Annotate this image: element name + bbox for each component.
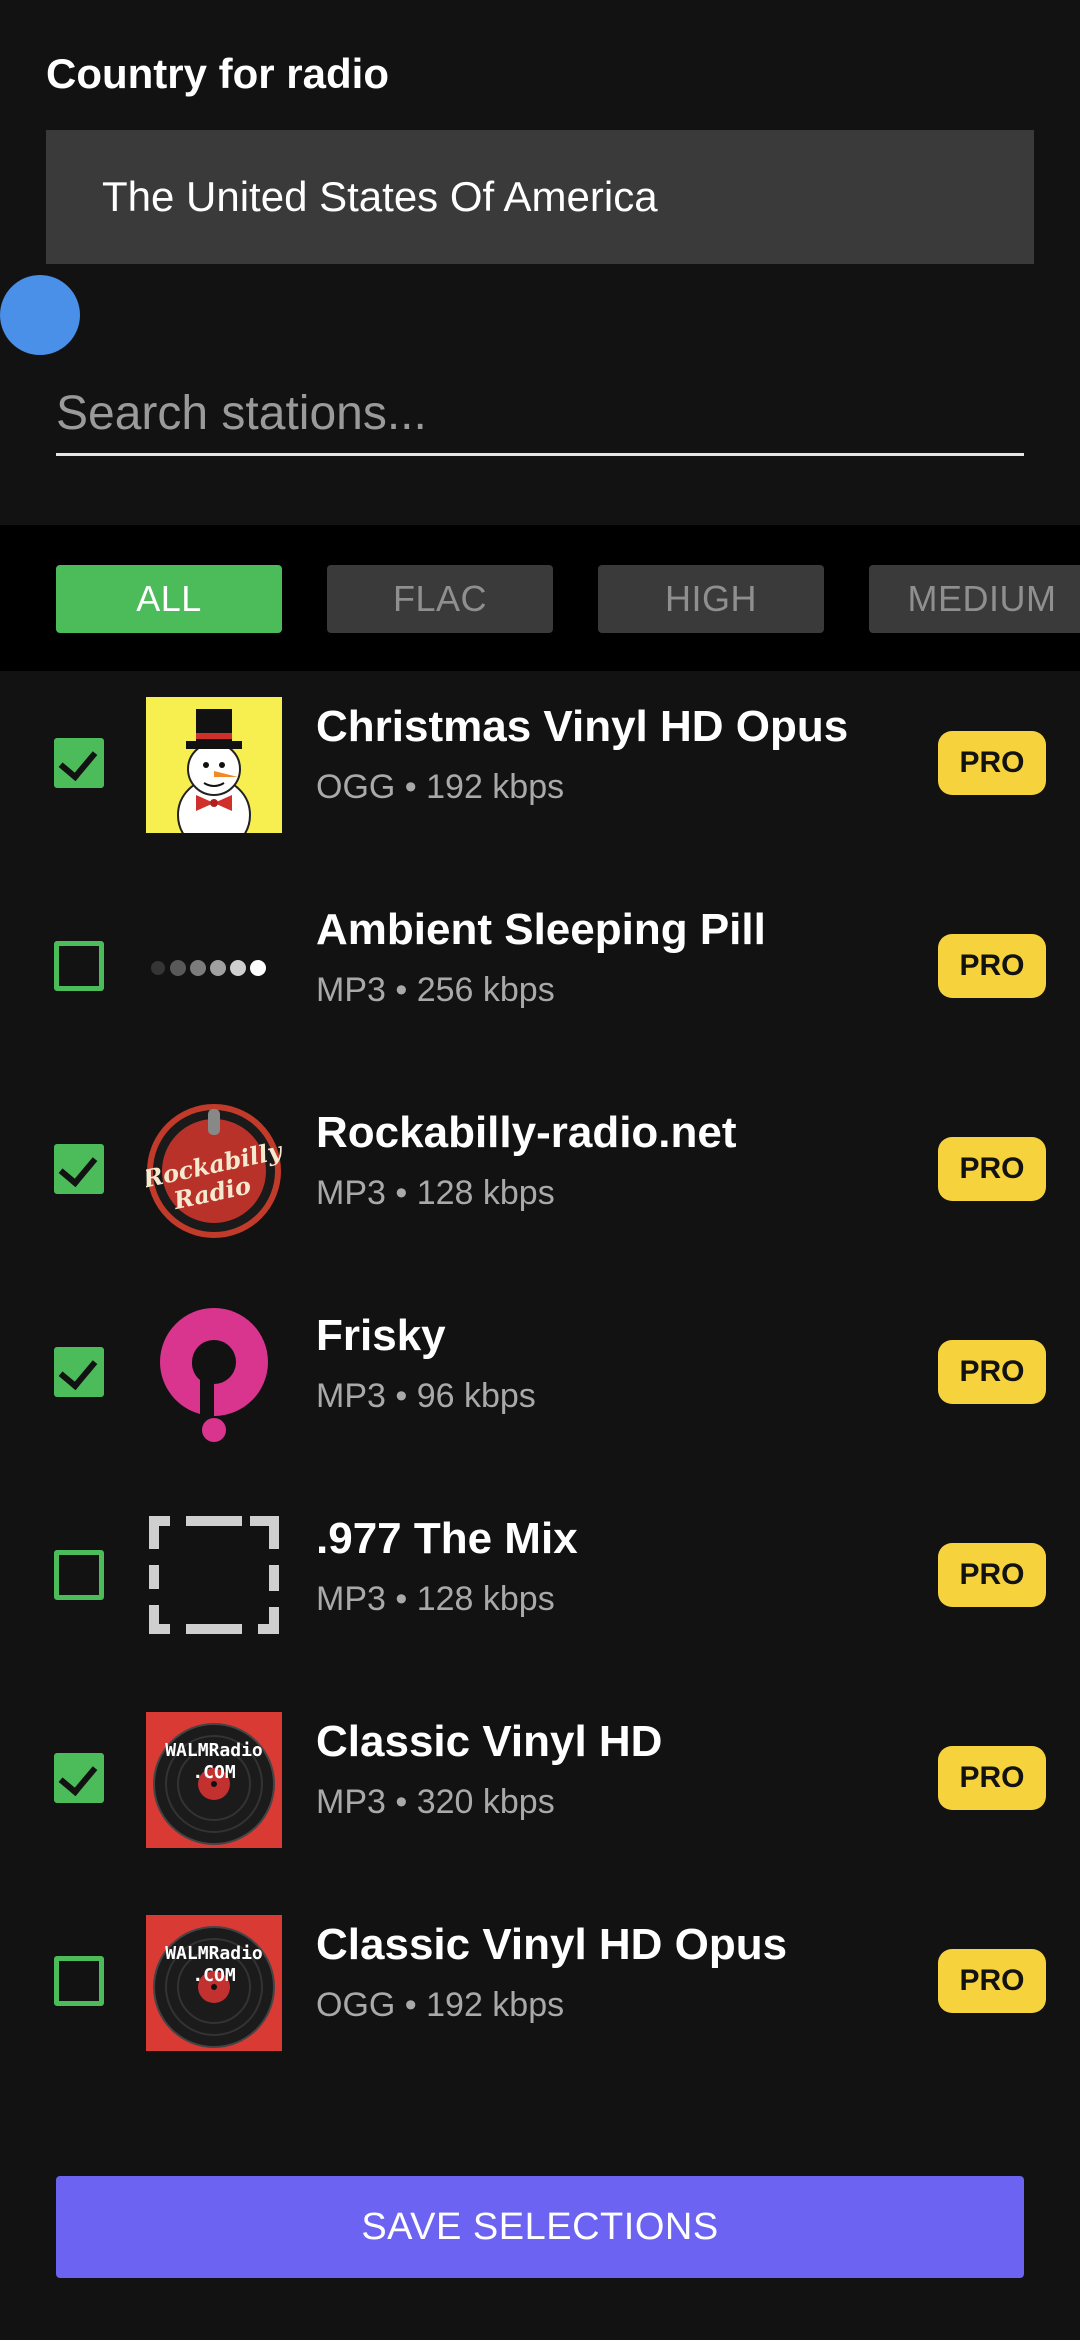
save-selections-button[interactable]: SAVE SELECTIONS <box>56 2176 1024 2278</box>
vinyl-logo-icon: WALMRadio .COM <box>146 1915 282 2051</box>
search-input[interactable]: Search stations... <box>56 380 1024 456</box>
pro-badge: PRO <box>938 1340 1046 1404</box>
walm-logo-text: .COM <box>192 1965 236 1986</box>
station-title: Ambient Sleeping Pill <box>316 905 766 954</box>
station-checkbox[interactable] <box>54 1144 104 1194</box>
station-row[interactable]: .977 The Mix MP3 • 128 kbps PRO <box>0 1476 1080 1679</box>
country-label: Country for radio <box>46 50 389 97</box>
station-format: MP3 • 128 kbps <box>316 1174 555 1212</box>
station-title: .977 The Mix <box>316 1514 578 1563</box>
pro-badge: PRO <box>938 1543 1046 1607</box>
station-title: Rockabilly-radio.net <box>316 1108 737 1157</box>
placeholder-logo-icon <box>146 1509 282 1645</box>
country-select[interactable]: The United States Of America <box>46 130 1034 264</box>
station-row[interactable]: Ambient Sleeping Pill MP3 • 256 kbps PRO <box>0 867 1080 1070</box>
snowman-logo-icon <box>146 697 282 833</box>
walm-logo-text: WALMRadio <box>165 1740 263 1761</box>
station-format: OGG • 192 kbps <box>316 768 565 806</box>
station-row[interactable]: Rockabilly Radio Rockabilly-radio.net MP… <box>0 1070 1080 1273</box>
station-checkbox[interactable] <box>54 1753 104 1803</box>
station-format: MP3 • 256 kbps <box>316 971 555 1009</box>
station-title: Christmas Vinyl HD Opus <box>316 702 849 751</box>
pro-badge: PRO <box>938 1949 1046 2013</box>
walm-logo-text: WALMRadio <box>165 1943 263 1964</box>
station-checkbox[interactable] <box>54 738 104 788</box>
station-checkbox[interactable] <box>54 1347 104 1397</box>
pro-badge: PRO <box>938 1746 1046 1810</box>
station-row[interactable]: Frisky MP3 • 96 kbps PRO <box>0 1273 1080 1476</box>
walm-logo-text: .COM <box>192 1762 236 1783</box>
search-placeholder: Search stations... <box>56 387 427 440</box>
pro-badge: PRO <box>938 731 1046 795</box>
frisky-logo-icon <box>146 1306 282 1442</box>
filter-chip-high[interactable]: HIGH <box>598 565 824 633</box>
station-checkbox[interactable] <box>54 941 104 991</box>
station-checkbox[interactable] <box>54 1550 104 1600</box>
filter-chip-flac[interactable]: FLAC <box>327 565 553 633</box>
pro-badge: PRO <box>938 934 1046 998</box>
station-title: Classic Vinyl HD <box>316 1717 663 1766</box>
station-row[interactable]: WALMRadio .COM Classic Vinyl HD MP3 • 32… <box>0 1679 1080 1882</box>
station-format: MP3 • 128 kbps <box>316 1580 555 1618</box>
touch-indicator <box>0 275 80 355</box>
station-title: Frisky <box>316 1311 446 1360</box>
filter-chip-medium[interactable]: MEDIUM <box>869 565 1080 633</box>
station-row[interactable]: WALMRadio .COM Classic Vinyl HD Opus OGG… <box>0 1882 1080 2085</box>
vinyl-logo-icon: WALMRadio .COM <box>146 1712 282 1848</box>
rockabilly-logo-icon: Rockabilly Radio <box>146 1103 282 1239</box>
station-row[interactable]: Christmas Vinyl HD Opus OGG • 192 kbps P… <box>0 664 1080 867</box>
station-format: OGG • 192 kbps <box>316 1986 565 2024</box>
pro-badge: PRO <box>938 1137 1046 1201</box>
station-picker-screen: Country for radio The United States Of A… <box>0 0 1080 2340</box>
dots-logo-icon <box>146 900 282 1036</box>
filter-chip-all[interactable]: ALL <box>56 565 282 633</box>
filter-bar: ALL FLAC HIGH MEDIUM <box>0 525 1080 671</box>
station-format: MP3 • 96 kbps <box>316 1377 536 1415</box>
country-value: The United States Of America <box>102 173 658 220</box>
station-format: MP3 • 320 kbps <box>316 1783 555 1821</box>
station-title: Classic Vinyl HD Opus <box>316 1920 788 1969</box>
station-checkbox[interactable] <box>54 1956 104 2006</box>
